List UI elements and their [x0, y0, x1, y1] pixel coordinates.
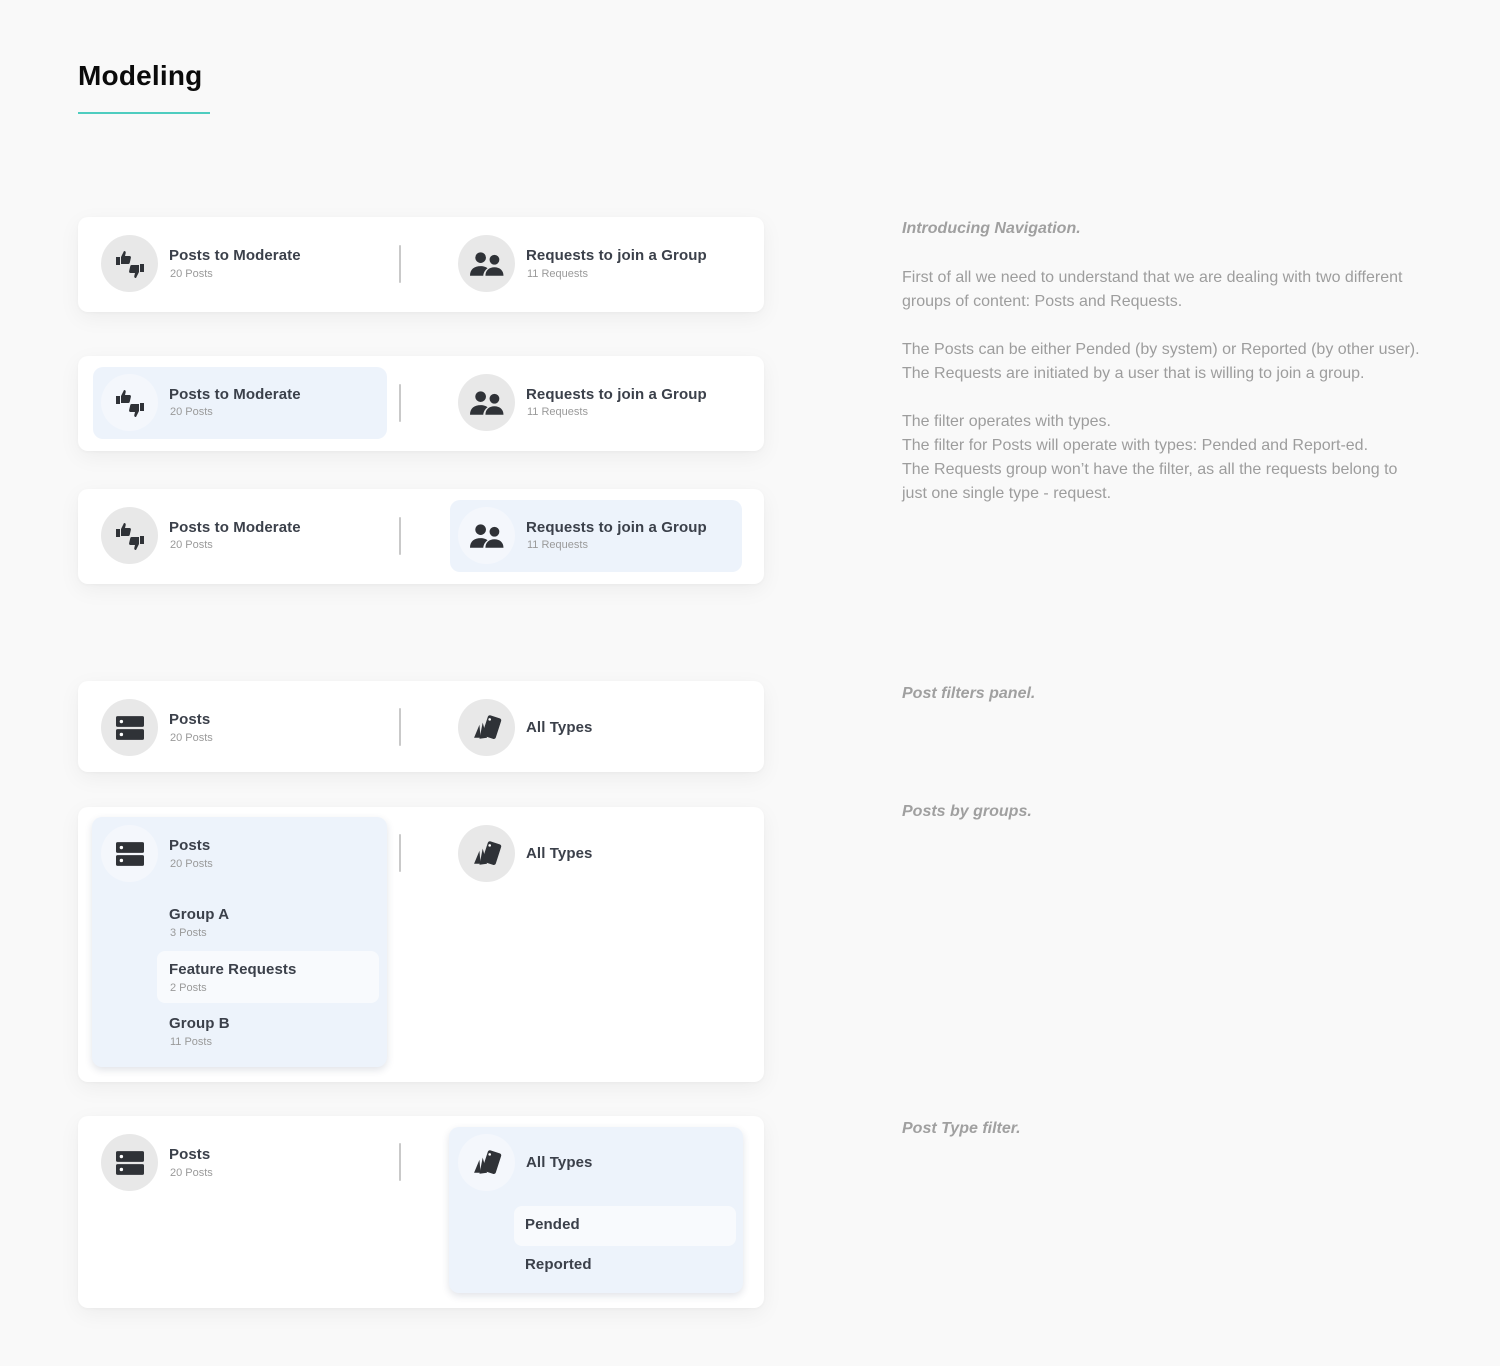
group-name: Feature Requests	[169, 961, 297, 978]
type-option-reported[interactable]: Reported	[514, 1247, 736, 1285]
tab-title: Posts to Moderate	[169, 519, 301, 536]
server-icon	[101, 825, 158, 882]
tab-posts-to-moderate[interactable]: Posts to Moderate 20 Posts	[94, 228, 387, 300]
notes-navigation: First of all we need to understand that …	[902, 266, 1422, 506]
type-filter-dropdown[interactable]: All Types Pended Reported	[449, 1127, 743, 1293]
tab-title: Posts to Moderate	[169, 386, 301, 403]
users-icon	[458, 235, 515, 292]
tab-count: 20 Posts	[170, 268, 213, 280]
group-count: 3 Posts	[170, 927, 207, 939]
tab-title: Posts to Moderate	[169, 247, 301, 264]
group-name: Group B	[169, 1015, 230, 1032]
tab-posts-to-moderate[interactable]: Posts to Moderate 20 Posts	[93, 367, 387, 439]
note-paragraph: The filter for Posts will operate with t…	[902, 437, 1369, 454]
note-paragraph: The Requests are initiated by a user tha…	[902, 365, 1365, 382]
tab-requests-to-join[interactable]: Requests to join a Group 11 Requests	[450, 228, 742, 300]
swatches-icon	[458, 825, 515, 882]
tab-count: 20 Posts	[170, 539, 213, 551]
group-count: 2 Posts	[170, 982, 207, 994]
note-paragraph: The Requests group won’t have the filter…	[902, 461, 1398, 502]
post-type-filter-card: Posts 20 Posts All Types Pended Reported	[78, 1116, 764, 1308]
tab-posts-to-moderate[interactable]: Posts to Moderate 20 Posts	[93, 500, 387, 572]
thumbs-up-down-icon	[101, 235, 158, 292]
tab-title: Posts	[169, 837, 211, 854]
posts-filter-button[interactable]: Posts 20 Posts	[93, 691, 387, 763]
nav-card-posts-active: Posts to Moderate 20 Posts Requests to j…	[78, 356, 764, 451]
tab-title: Posts	[169, 711, 211, 728]
group-item-feature-requests[interactable]: Feature Requests 2 Posts	[157, 951, 379, 1003]
note-paragraph: The Posts can be either Pended (by syste…	[902, 341, 1420, 358]
tab-count: 20 Posts	[170, 406, 213, 418]
title-underline	[78, 112, 210, 114]
tab-title: Requests to join a Group	[526, 247, 707, 264]
divider	[399, 1143, 401, 1181]
group-item-group-a[interactable]: Group A 3 Posts	[157, 897, 379, 947]
note-paragraph: The filter operates with types.	[902, 413, 1111, 430]
type-filter-button[interactable]: All Types	[450, 691, 742, 763]
divider	[399, 834, 401, 872]
note-heading-navigation: Introducing Navigation.	[902, 220, 1081, 237]
users-icon	[458, 507, 515, 564]
tab-requests-to-join[interactable]: Requests to join a Group 11 Requests	[450, 367, 742, 439]
nav-card-default: Posts to Moderate 20 Posts Requests to j…	[78, 217, 764, 312]
tab-title: All Types	[526, 719, 593, 736]
tab-title: Requests to join a Group	[526, 519, 707, 536]
thumbs-up-down-icon	[101, 507, 158, 564]
tab-count: 11 Requests	[527, 406, 588, 418]
tab-title: Posts	[169, 1146, 211, 1163]
posts-group-dropdown[interactable]: Posts 20 Posts Group A 3 Posts Feature R…	[92, 817, 387, 1067]
divider	[399, 245, 401, 283]
server-icon	[101, 1134, 158, 1191]
users-icon	[458, 374, 515, 431]
page-title: Modeling	[78, 60, 203, 91]
note-heading-filters-panel: Post filters panel.	[902, 685, 1036, 702]
group-name: Group A	[169, 906, 230, 923]
group-count: 11 Posts	[170, 1036, 212, 1048]
option-label: Reported	[525, 1256, 592, 1273]
server-icon	[101, 699, 158, 756]
tab-title: Requests to join a Group	[526, 386, 707, 403]
note-paragraph: First of all we need to understand that …	[902, 269, 1403, 310]
tab-count: 20 Posts	[170, 1167, 213, 1179]
tab-title: All Types	[526, 1154, 593, 1171]
divider	[399, 384, 401, 422]
note-heading-posts-by-groups: Posts by groups.	[902, 803, 1032, 820]
tab-count: 20 Posts	[170, 858, 213, 870]
type-option-pended[interactable]: Pended	[514, 1206, 736, 1246]
note-heading-type-filter: Post Type filter.	[902, 1120, 1021, 1137]
group-item-group-b[interactable]: Group B 11 Posts	[157, 1007, 379, 1057]
tab-count: 20 Posts	[170, 732, 213, 744]
tab-title: All Types	[526, 845, 593, 862]
nav-card-requests-active: Posts to Moderate 20 Posts Requests to j…	[78, 489, 764, 584]
divider	[399, 517, 401, 555]
posts-by-groups-card: Posts 20 Posts Group A 3 Posts Feature R…	[78, 807, 764, 1082]
filters-panel-card: Posts 20 Posts All Types	[78, 681, 764, 772]
type-filter-button[interactable]: All Types	[450, 817, 742, 889]
tab-count: 11 Requests	[527, 268, 588, 280]
divider	[399, 708, 401, 746]
tab-requests-to-join[interactable]: Requests to join a Group 11 Requests	[450, 500, 742, 572]
posts-filter-button[interactable]: Posts 20 Posts	[93, 1126, 387, 1198]
swatches-icon	[458, 699, 515, 756]
tab-count: 11 Requests	[527, 539, 588, 551]
thumbs-up-down-icon	[101, 374, 158, 431]
swatches-icon	[458, 1134, 515, 1191]
option-label: Pended	[525, 1216, 580, 1233]
